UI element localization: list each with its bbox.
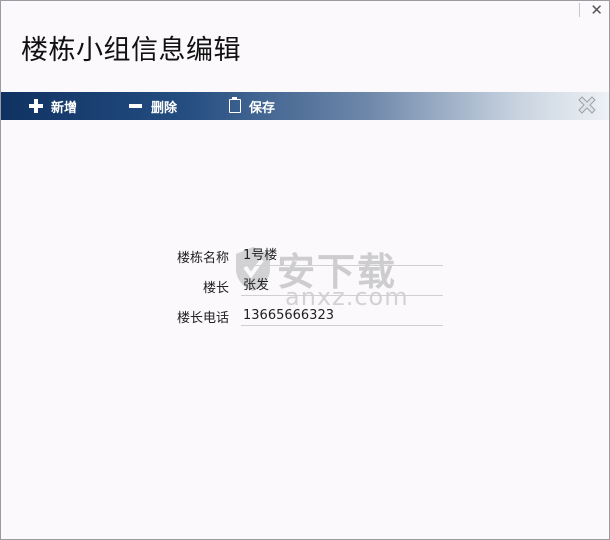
- window-close-icon[interactable]: ✕: [590, 3, 603, 18]
- leader-phone-field[interactable]: 13665666323: [241, 307, 443, 326]
- window-title: 楼栋小组信息编辑: [21, 35, 241, 66]
- building-group-form: 楼栋名称 1号楼 楼长 张发 楼长电话 13665666323: [171, 241, 443, 331]
- form-row-building-name: 楼栋名称 1号楼: [171, 241, 443, 271]
- building-leader-field[interactable]: 张发: [241, 277, 443, 296]
- toolbar-close-icon[interactable]: [575, 93, 599, 117]
- window-controls: ✕: [579, 3, 603, 18]
- add-button-label: 新增: [51, 100, 78, 116]
- leader-phone-label: 楼长电话: [176, 310, 229, 326]
- save-button[interactable]: 保存: [229, 92, 275, 120]
- form-row-building-leader: 楼长 张发: [171, 271, 443, 301]
- toolbar: 新增 删除 保存: [1, 92, 609, 120]
- editor-window: ✕ 楼栋小组信息编辑 新增 删除 保存 安下载 anxz.com 楼栋名称 1号…: [0, 0, 610, 540]
- building-name-label: 楼栋名称: [176, 250, 229, 266]
- plus-icon: [29, 99, 43, 113]
- add-button[interactable]: 新增: [29, 92, 77, 120]
- building-name-field[interactable]: 1号楼: [241, 247, 443, 266]
- clipboard-icon: [229, 97, 241, 113]
- window-control-divider: [579, 3, 581, 17]
- building-leader-label: 楼长: [202, 280, 229, 296]
- minus-icon: [129, 99, 143, 113]
- form-row-leader-phone: 楼长电话 13665666323: [171, 301, 443, 331]
- delete-button-label: 删除: [151, 100, 178, 116]
- delete-button[interactable]: 删除: [129, 92, 177, 120]
- save-button-label: 保存: [249, 100, 276, 116]
